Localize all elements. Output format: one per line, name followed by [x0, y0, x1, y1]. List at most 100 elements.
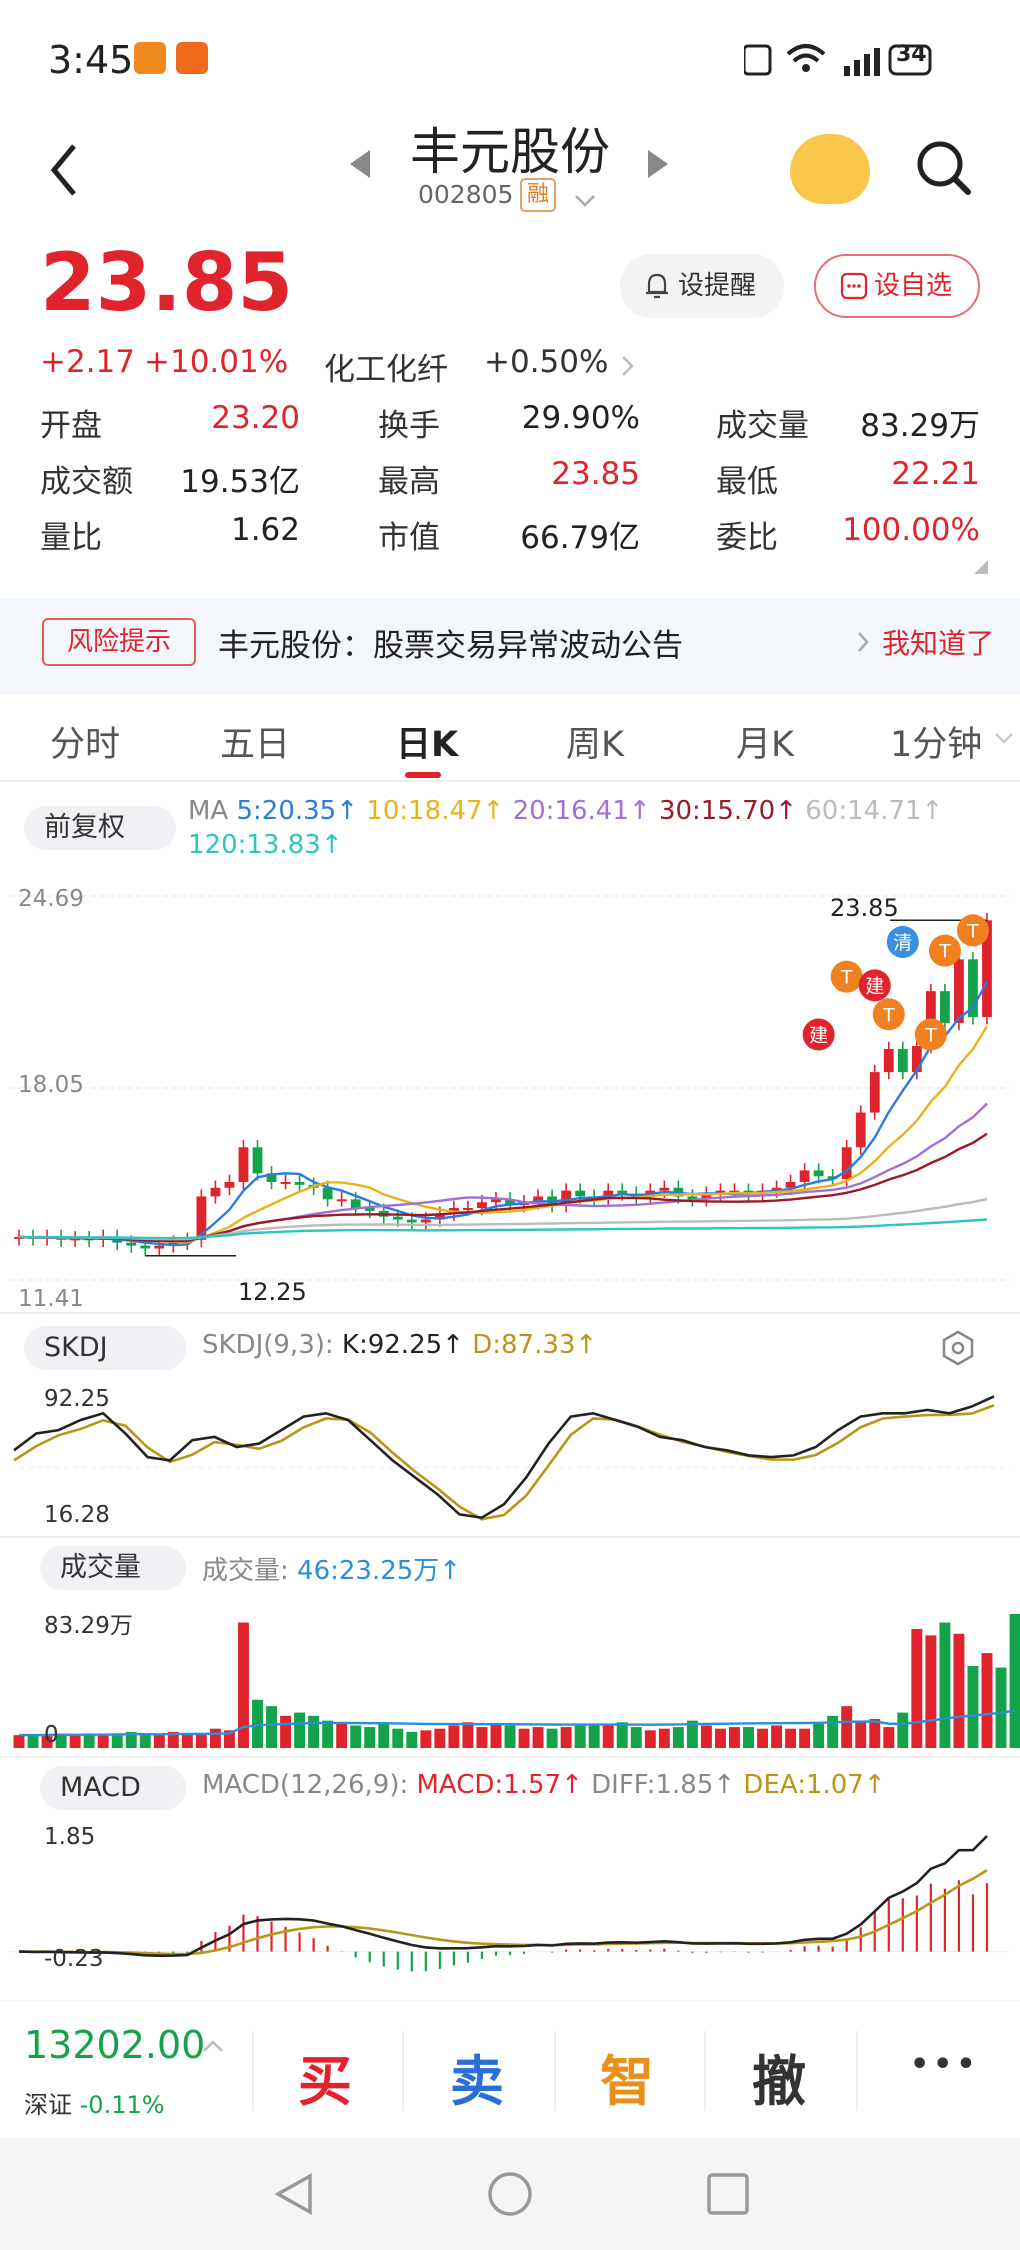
risk-notice-banner[interactable]: 风险提示 丰元股份：股票交易异常波动公告 我知道了	[0, 598, 1020, 694]
trade-marker[interactable]: T	[928, 934, 961, 967]
trade-marker-label: T	[840, 967, 853, 989]
candle	[575, 1190, 586, 1197]
set-alert-button[interactable]: 设提醒	[620, 254, 784, 318]
divider	[704, 2031, 706, 2111]
stat-value: 23.85	[551, 456, 640, 492]
macd-bottom-label: -0.23	[44, 1946, 104, 1972]
cancel-order-button[interactable]: 撤	[752, 2037, 806, 2116]
divider	[0, 1312, 1020, 1314]
kline-chart[interactable]: 建T 建TT清 TT	[0, 872, 1020, 1312]
candle	[126, 1242, 137, 1246]
volume-bar	[799, 1728, 811, 1748]
stat-value: 19.53亿	[180, 464, 300, 500]
sector-change-pct[interactable]: +0.50%	[484, 344, 608, 380]
candle	[210, 1187, 221, 1197]
tab-five-day[interactable]: 五日	[220, 716, 290, 767]
candle	[420, 1219, 431, 1223]
trade-marker[interactable]: T	[830, 960, 863, 993]
trade-marker-label: T	[882, 1004, 895, 1026]
skdj-chart[interactable]	[0, 1374, 1020, 1536]
stat-label: 成交量	[716, 408, 809, 444]
volume-bar	[266, 1706, 277, 1748]
candle	[280, 1181, 291, 1184]
search-icon[interactable]	[914, 138, 974, 198]
trade-marker[interactable]: 清	[886, 925, 919, 958]
volume-chart[interactable]	[0, 1596, 1020, 1756]
volume-bar	[434, 1728, 446, 1748]
chevron-up-icon[interactable]	[202, 2039, 224, 2053]
skdj-dropdown[interactable]: SKDJ	[24, 1326, 186, 1370]
volume-bar	[953, 1633, 965, 1748]
stat-value: 1.62	[230, 512, 300, 548]
tab-monthly-k[interactable]: 月K	[736, 716, 794, 767]
volume-bar	[630, 1727, 642, 1748]
skdj-label: SKDJ	[44, 1332, 108, 1363]
sector-name[interactable]: 化工化纤	[324, 344, 448, 389]
trade-marker[interactable]: T	[872, 998, 905, 1031]
candle	[336, 1199, 347, 1202]
volume-bar	[195, 1733, 207, 1748]
trade-marker-label: T	[924, 1025, 937, 1047]
ma-prefix: MA	[188, 796, 229, 826]
acknowledge-button[interactable]: 我知道了	[882, 622, 994, 662]
tab-weekly-k[interactable]: 周K	[566, 716, 624, 767]
macd-params: MACD(12,26,9):	[202, 1770, 409, 1800]
volume-bar	[672, 1727, 684, 1748]
volume-label: 成交量	[60, 1552, 141, 1583]
tab-minute[interactable]: 1分钟	[890, 716, 982, 767]
macd-chart[interactable]	[0, 1816, 1020, 2000]
nav-home-icon[interactable]	[486, 2170, 534, 2218]
divider	[856, 2031, 858, 2111]
candle	[463, 1208, 473, 1210]
chevron-down-icon[interactable]	[574, 194, 596, 208]
system-nav-bar	[0, 2138, 1020, 2250]
divider	[252, 2031, 254, 2111]
nav-back-icon[interactable]	[270, 2170, 318, 2218]
volume-bar	[420, 1730, 432, 1748]
nav-recents-icon[interactable]	[706, 2172, 750, 2216]
notice-text[interactable]: 丰元股份：股票交易异常波动公告	[218, 620, 683, 665]
macd-dropdown[interactable]: MACD	[40, 1766, 186, 1810]
index-value[interactable]: 13202.00	[24, 2023, 205, 2067]
tab-intraday[interactable]: 分时	[50, 716, 120, 767]
ma20-value: 20:16.41↑	[512, 796, 651, 826]
volume-bar	[560, 1727, 572, 1748]
volume-bar	[364, 1727, 376, 1748]
volume-bar	[490, 1723, 502, 1748]
candle	[855, 1112, 866, 1148]
adjust-dropdown[interactable]: 前复权	[24, 806, 176, 850]
add-favorite-button[interactable]: 设自选	[814, 254, 980, 318]
trade-marker[interactable]: 建	[802, 1018, 835, 1051]
ma-legend: MA 5:20.35↑ 10:18.47↑ 20:16.41↑ 30:15.70…	[188, 794, 988, 862]
volume-bar	[97, 1735, 109, 1748]
chevron-down-icon[interactable]	[994, 732, 1014, 746]
volume-bar	[658, 1728, 670, 1748]
trade-marker[interactable]: T	[914, 1018, 947, 1051]
volume-bar	[911, 1628, 923, 1748]
tab-daily-k[interactable]: 日K	[396, 716, 458, 767]
volume-bar	[139, 1733, 151, 1748]
buy-button[interactable]: 买	[298, 2037, 352, 2116]
volume-dropdown[interactable]: 成交量	[40, 1546, 186, 1590]
sell-button[interactable]: 卖	[450, 2037, 504, 2116]
volume-bar	[504, 1725, 516, 1748]
more-button[interactable]: •••	[910, 2047, 980, 2082]
y-axis-mid-label: 18.05	[18, 1072, 84, 1098]
smart-button[interactable]: 智	[600, 2037, 654, 2116]
ma30-value: 30:15.70↑	[658, 796, 797, 826]
trade-marker[interactable]: T	[956, 914, 989, 947]
chevron-right-icon[interactable]	[620, 354, 636, 378]
next-stock-icon[interactable]	[648, 150, 668, 178]
trade-marker[interactable]: 建	[858, 969, 891, 1002]
volume-bar	[308, 1715, 320, 1748]
corner-expand-icon[interactable]	[974, 560, 988, 574]
index-name: 深证	[24, 2091, 72, 2119]
settings-hex-icon[interactable]	[940, 1330, 976, 1366]
index-name-row: 深证 -0.11%	[24, 2085, 165, 2120]
current-price: 23.85	[40, 236, 294, 329]
divider	[0, 1536, 1020, 1538]
mascot-icon[interactable]	[790, 134, 870, 204]
volume-bar	[771, 1725, 783, 1748]
volume-bar	[574, 1725, 586, 1748]
stat-label: 开盘	[40, 408, 102, 444]
